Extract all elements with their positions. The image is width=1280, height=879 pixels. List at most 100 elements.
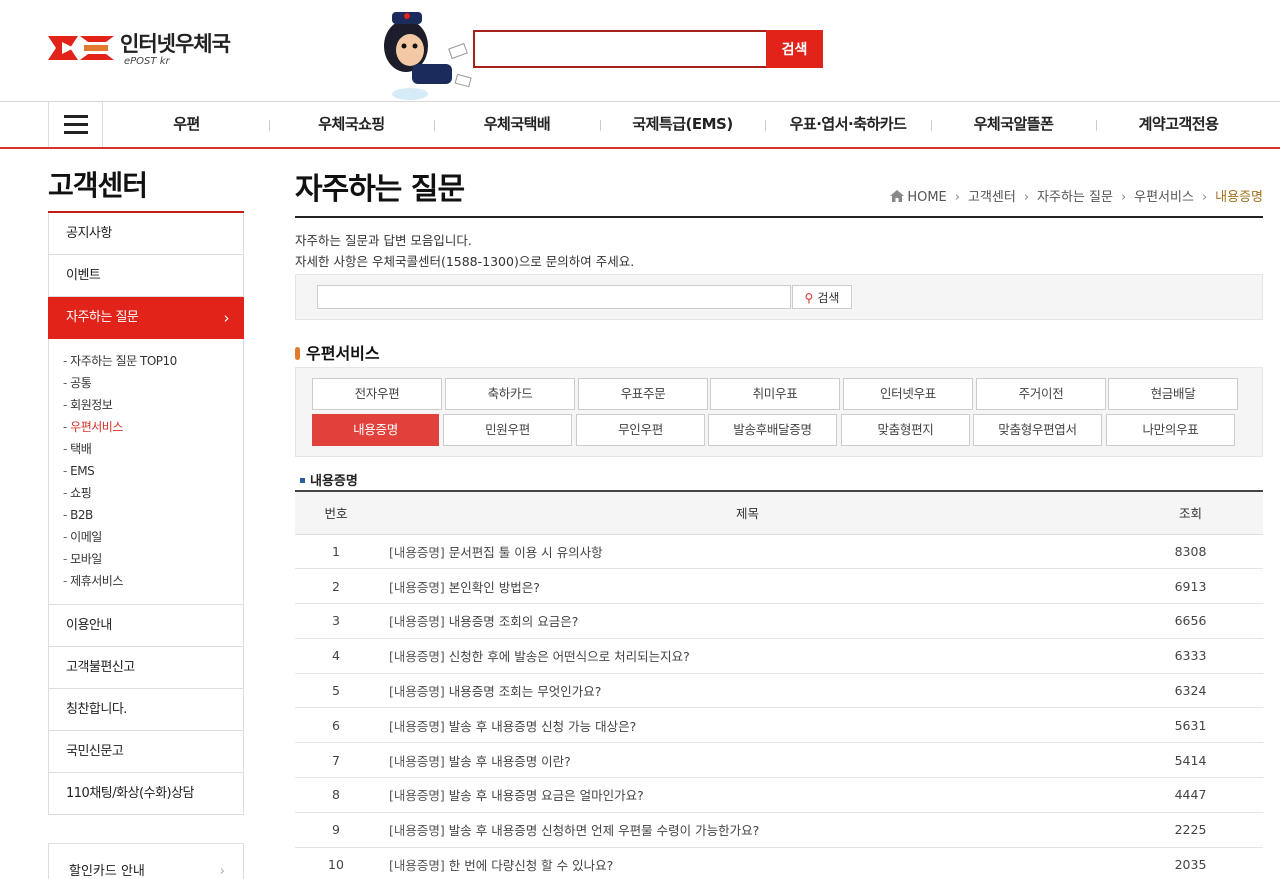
square-bullet-icon: [300, 478, 305, 483]
breadcrumb-home[interactable]: HOME: [907, 190, 946, 205]
discount-card-banner[interactable]: 할인카드 안내 ›: [48, 843, 244, 879]
breadcrumb: HOME › 고객센터 › 자주하는 질문 › 우편서비스 › 내용증명: [890, 186, 1263, 205]
table-row[interactable]: 10 [내용증명] 한 번에 다량신청 할 수 있나요? 2035: [295, 847, 1263, 879]
row-tag: [내용증명]: [389, 649, 445, 665]
category-button[interactable]: 취미우표: [710, 378, 840, 410]
row-number: 7: [295, 742, 377, 779]
gnb-item-contract[interactable]: 계약고객전용: [1096, 102, 1261, 147]
table-row[interactable]: 7 [내용증명] 발송 후 내용증명 이란? 5414: [295, 742, 1263, 779]
row-views: 5414: [1118, 742, 1263, 779]
faq-search-button[interactable]: ⚲ 검색: [792, 285, 852, 309]
lnb-item-110-chat[interactable]: 110채팅/화상(수화)상담: [48, 773, 244, 815]
category-button[interactable]: 인터넷우표: [843, 378, 973, 410]
row-title[interactable]: [내용증명] 내용증명 조회는 무엇인가요?: [377, 673, 1118, 709]
gnb-item-stamps[interactable]: 우표·엽서·축하카드: [765, 102, 931, 147]
submenu-item-top10[interactable]: 자주하는 질문 TOP10: [63, 350, 243, 372]
submenu-item-parcel[interactable]: 택배: [63, 438, 243, 460]
category-button-active[interactable]: 내용증명: [312, 414, 439, 446]
category-button[interactable]: 발송후배달증명: [708, 414, 837, 446]
breadcrumb-faq[interactable]: 자주하는 질문: [1037, 190, 1113, 205]
gnb-item-postal[interactable]: 우편: [104, 102, 269, 147]
lnb-item-epeople[interactable]: 국민신문고: [48, 731, 244, 773]
row-tag: [내용증명]: [389, 858, 445, 874]
top-search-button[interactable]: 검색: [766, 30, 823, 68]
lnb-title: 고객센터: [48, 169, 148, 202]
hamburger-icon-line: [64, 123, 88, 126]
table-row[interactable]: 6 [내용증명] 발송 후 내용증명 신청 가능 대상은? 5631: [295, 707, 1263, 744]
row-title[interactable]: [내용증명] 내용증명 조회의 요금은?: [377, 603, 1118, 639]
row-title[interactable]: [내용증명] 발송 후 내용증명 신청하면 언제 우편물 수령이 가능한가요?: [377, 812, 1118, 848]
row-tag: [내용증명]: [389, 544, 445, 560]
category-button[interactable]: 전자우편: [312, 378, 442, 410]
table-row[interactable]: 3 [내용증명] 내용증명 조회의 요금은? 6656: [295, 603, 1263, 639]
category-button[interactable]: 무인우편: [576, 414, 705, 446]
home-icon: [890, 190, 905, 202]
row-title[interactable]: [내용증명] 한 번에 다량신청 할 수 있나요?: [377, 847, 1118, 879]
row-title[interactable]: [내용증명] 발송 후 내용증명 요금은 얼마인가요?: [377, 777, 1118, 813]
chevron-right-icon: ›: [219, 864, 225, 879]
top-search-input[interactable]: [473, 30, 767, 68]
category-bullet-icon: [295, 347, 300, 360]
row-number: 10: [295, 847, 377, 879]
row-title-text: 본인확인 방법은?: [448, 579, 540, 595]
row-title[interactable]: [내용증명] 발송 후 내용증명 신청 가능 대상은?: [377, 707, 1118, 744]
lnb-item-event[interactable]: 이벤트: [48, 255, 244, 297]
category-button[interactable]: 맞춤형우편엽서: [973, 414, 1102, 446]
epost-logo[interactable]: 인터넷우체국 ePOST kr: [48, 26, 248, 70]
submenu-item-mobile[interactable]: 모바일: [63, 548, 243, 570]
table-row[interactable]: 2 [내용증명] 본인확인 방법은? 6913: [295, 568, 1263, 605]
column-header-views: 조회: [1118, 490, 1263, 535]
gnb-item-mobile[interactable]: 우체국알뜰폰: [931, 102, 1096, 147]
submenu-item-email[interactable]: 이메일: [63, 526, 243, 548]
faq-search-input[interactable]: [317, 285, 791, 309]
lnb-item-praise[interactable]: 칭찬합니다.: [48, 689, 244, 731]
submenu-item-shopping[interactable]: 쇼핑: [63, 482, 243, 504]
lnb-item-complaint[interactable]: 고객불편신고: [48, 647, 244, 689]
submenu-item-common[interactable]: 공통: [63, 372, 243, 394]
row-views: 6324: [1118, 673, 1263, 709]
table-row[interactable]: 1 [내용증명] 문서편집 툴 이용 시 유의사항 8308: [295, 534, 1263, 570]
category-button[interactable]: 민원우편: [443, 414, 572, 446]
hamburger-icon-line: [64, 131, 88, 134]
lnb-item-notice[interactable]: 공지사항: [48, 213, 244, 255]
row-tag: [내용증명]: [389, 788, 445, 804]
top-search: 검색: [473, 30, 823, 68]
submenu-item-b2b[interactable]: B2B: [63, 504, 243, 526]
table-row[interactable]: 5 [내용증명] 내용증명 조회는 무엇인가요? 6324: [295, 673, 1263, 709]
gnb-item-shopping[interactable]: 우체국쇼핑: [269, 102, 434, 147]
row-views: 6333: [1118, 638, 1263, 674]
breadcrumb-separator-icon: ›: [1201, 190, 1208, 205]
row-title[interactable]: [내용증명] 발송 후 내용증명 이란?: [377, 742, 1118, 779]
table-header-row: 번호 제목 조회: [295, 490, 1263, 535]
category-button[interactable]: 주거이전: [976, 378, 1106, 410]
table-row[interactable]: 8 [내용증명] 발송 후 내용증명 요금은 얼마인가요? 4447: [295, 777, 1263, 813]
table-row[interactable]: 9 [내용증명] 발송 후 내용증명 신청하면 언제 우편물 수령이 가능한가요?…: [295, 812, 1263, 848]
lnb-item-faq[interactable]: 자주하는 질문 ›: [48, 297, 244, 339]
all-menu-button[interactable]: [48, 102, 103, 147]
site-header: 인터넷우체국 ePOST kr 검색: [0, 0, 1280, 102]
lnb-item-guide[interactable]: 이용안내: [48, 605, 244, 647]
category-button[interactable]: 우표주문: [578, 378, 708, 410]
row-views: 6913: [1118, 568, 1263, 605]
gnb-item-parcel[interactable]: 우체국택배: [434, 102, 600, 147]
table-row[interactable]: 4 [내용증명] 신청한 후에 발송은 어떤식으로 처리되는지요? 6333: [295, 638, 1263, 674]
row-tag: [내용증명]: [389, 684, 445, 700]
submenu-item-postal-service[interactable]: 우편서비스: [63, 416, 243, 438]
category-button[interactable]: 축하카드: [445, 378, 575, 410]
submenu-item-partner[interactable]: 제휴서비스: [63, 570, 243, 592]
row-views: 8308: [1118, 534, 1263, 570]
gnb-item-ems[interactable]: 국제특급(EMS): [600, 102, 765, 147]
category-button[interactable]: 나만의우표: [1106, 414, 1235, 446]
row-title[interactable]: [내용증명] 문서편집 툴 이용 시 유의사항: [377, 534, 1118, 570]
breadcrumb-customer-center[interactable]: 고객센터: [968, 190, 1016, 205]
submenu-item-ems[interactable]: EMS: [63, 460, 243, 482]
row-title[interactable]: [내용증명] 본인확인 방법은?: [377, 568, 1118, 605]
category-button[interactable]: 현금배달: [1108, 378, 1238, 410]
category-button[interactable]: 맞춤형편지: [841, 414, 970, 446]
epost-logo-mark-icon: [48, 36, 114, 60]
row-number: 4: [295, 638, 377, 674]
submenu-item-member[interactable]: 회원정보: [63, 394, 243, 416]
breadcrumb-postal-service[interactable]: 우편서비스: [1134, 190, 1194, 205]
search-icon: ⚲: [804, 290, 814, 305]
row-title[interactable]: [내용증명] 신청한 후에 발송은 어떤식으로 처리되는지요?: [377, 638, 1118, 674]
